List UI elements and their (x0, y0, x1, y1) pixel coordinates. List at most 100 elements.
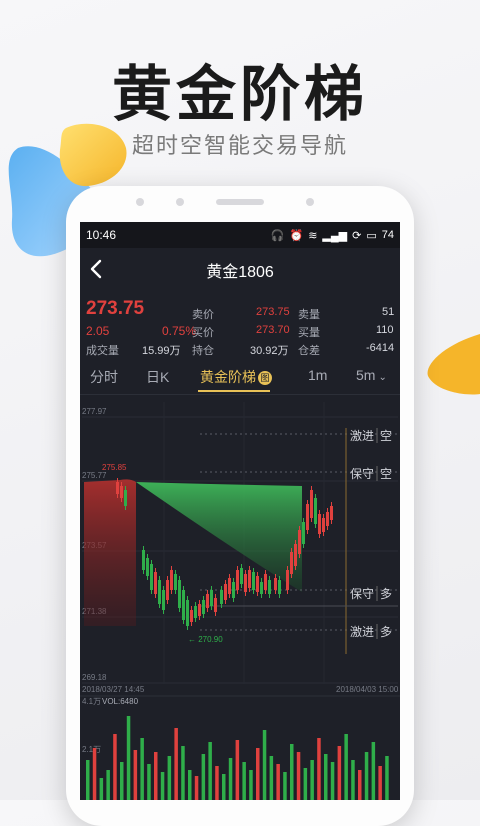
oi-diff-label: 仓差 (298, 345, 320, 357)
volume-bar (344, 734, 348, 800)
volume-bar (120, 762, 124, 800)
volume-bar (310, 760, 314, 800)
phone-sensor-dot (176, 198, 184, 206)
candle (326, 512, 329, 526)
volume-bar (269, 756, 274, 800)
tab-timeshare[interactable]: 分时 (90, 367, 118, 387)
price-change-pct: 0.75% (162, 324, 197, 338)
candle (154, 572, 157, 594)
chevron-down-icon: ⌄ (378, 372, 387, 383)
candle (322, 518, 325, 532)
low-annotation: ← 270.90 (188, 635, 223, 644)
candle (190, 610, 193, 622)
volume-bar (86, 760, 90, 800)
volume-bar (358, 770, 362, 800)
tab-5m-label: 5m (356, 367, 376, 383)
volume-bar (276, 764, 280, 800)
oi-diff-value: -6414 (366, 342, 395, 354)
green-ladder-zone (136, 482, 302, 592)
candle (170, 570, 173, 590)
tab-5m[interactable]: 5m ⌄ (356, 367, 387, 383)
y-label-277-97: 277.97 (82, 407, 107, 416)
volume-bar (371, 742, 376, 800)
status-bar: 10:46 🎧 ⏰ ≋ ▂▄▆ ⟳ ▭ 74 (80, 222, 400, 248)
volume-bar (317, 738, 321, 800)
candle (124, 490, 127, 506)
volume-bar (113, 734, 117, 800)
chevron-left-icon[interactable] (86, 256, 108, 282)
volume-bar (303, 768, 308, 800)
tab-daily-k[interactable]: 日K (146, 367, 169, 387)
candle (228, 578, 231, 594)
status-time: 10:46 (86, 228, 117, 242)
candle (252, 572, 255, 590)
conservative-short-button[interactable]: 保守空 (350, 466, 392, 481)
yellow-blob-right-decoration (427, 334, 480, 395)
conservative-long-button[interactable]: 保守多 (350, 586, 392, 601)
candle (214, 598, 217, 612)
tab-badge: 图 (258, 371, 272, 385)
candle (286, 570, 289, 590)
candle (198, 604, 201, 616)
candle (264, 574, 267, 590)
volume-bar (126, 716, 131, 800)
candle (268, 580, 271, 594)
hero-title: 黄金阶梯 (112, 60, 368, 130)
candle (232, 582, 235, 598)
sell-price-value: 273.75 (256, 306, 290, 318)
volume-bar (337, 746, 342, 800)
wifi-icon: ≋ (308, 229, 318, 242)
tab-1m[interactable]: 1m (308, 367, 327, 383)
tab-gold-ladder-label: 黄金阶梯 (200, 369, 256, 385)
tab-gold-ladder[interactable]: 黄金阶梯图 (200, 367, 272, 387)
volume-bar (249, 770, 253, 800)
volume-bar (242, 762, 246, 800)
volume-bar (235, 740, 240, 800)
volume-bar (296, 752, 301, 800)
volume-bar (167, 756, 172, 800)
signal-label: 激进 (350, 429, 374, 443)
volume-bar (330, 762, 335, 800)
candle (210, 590, 213, 606)
high-annotation: 275.85 (102, 463, 127, 472)
signal-icon: ▂▄▆ (322, 229, 348, 242)
volume-bar (174, 728, 178, 800)
candle (298, 530, 301, 554)
candle (278, 580, 281, 594)
last-price: 273.75 (86, 298, 145, 319)
volume-bar (228, 758, 233, 800)
candle (310, 490, 313, 518)
volume-label: 成交量 (86, 345, 119, 357)
volume-value: 15.99万 (142, 345, 181, 357)
sell-volume-label: 卖量 (298, 309, 320, 321)
candle (174, 574, 177, 590)
signal-label: 保守 (350, 587, 374, 601)
open-interest-label: 持仓 (192, 345, 214, 357)
sell-volume-value: 51 (382, 306, 395, 318)
nav-bar: 黄金1806 (80, 248, 400, 292)
candle (186, 600, 189, 626)
volume-bar (215, 766, 219, 800)
aggressive-long-button[interactable]: 激进多 (350, 624, 392, 639)
signal-direction: 多 (380, 587, 392, 601)
chart-tabs: 分时 日K 黄金阶梯图 1m 5m ⌄ (80, 358, 400, 395)
red-ladder-zone (84, 479, 136, 626)
volume-bar (256, 748, 260, 800)
y-label-269-18: 269.18 (82, 673, 107, 682)
volume-bar (378, 766, 382, 800)
volume-bar (290, 744, 294, 800)
aggressive-short-button[interactable]: 激进空 (350, 428, 392, 443)
volume-bar (140, 738, 144, 800)
hero-subtitle: 超时空智能交易导航 (131, 133, 348, 158)
candle (206, 594, 209, 608)
headphones-icon: 🎧 (270, 229, 285, 242)
candle (260, 582, 263, 594)
y-label-275-77: 275.77 (82, 471, 107, 480)
volume-max-label: 4.1万 (82, 697, 101, 706)
volume-bar (154, 752, 158, 800)
volume-bar (147, 764, 151, 800)
ladder-chart[interactable]: 277.97275.77273.57271.38269.18激进空保守空保守多激… (80, 394, 400, 800)
candle (294, 544, 297, 566)
volume-bar (106, 770, 110, 800)
signal-direction: 空 (380, 467, 392, 481)
